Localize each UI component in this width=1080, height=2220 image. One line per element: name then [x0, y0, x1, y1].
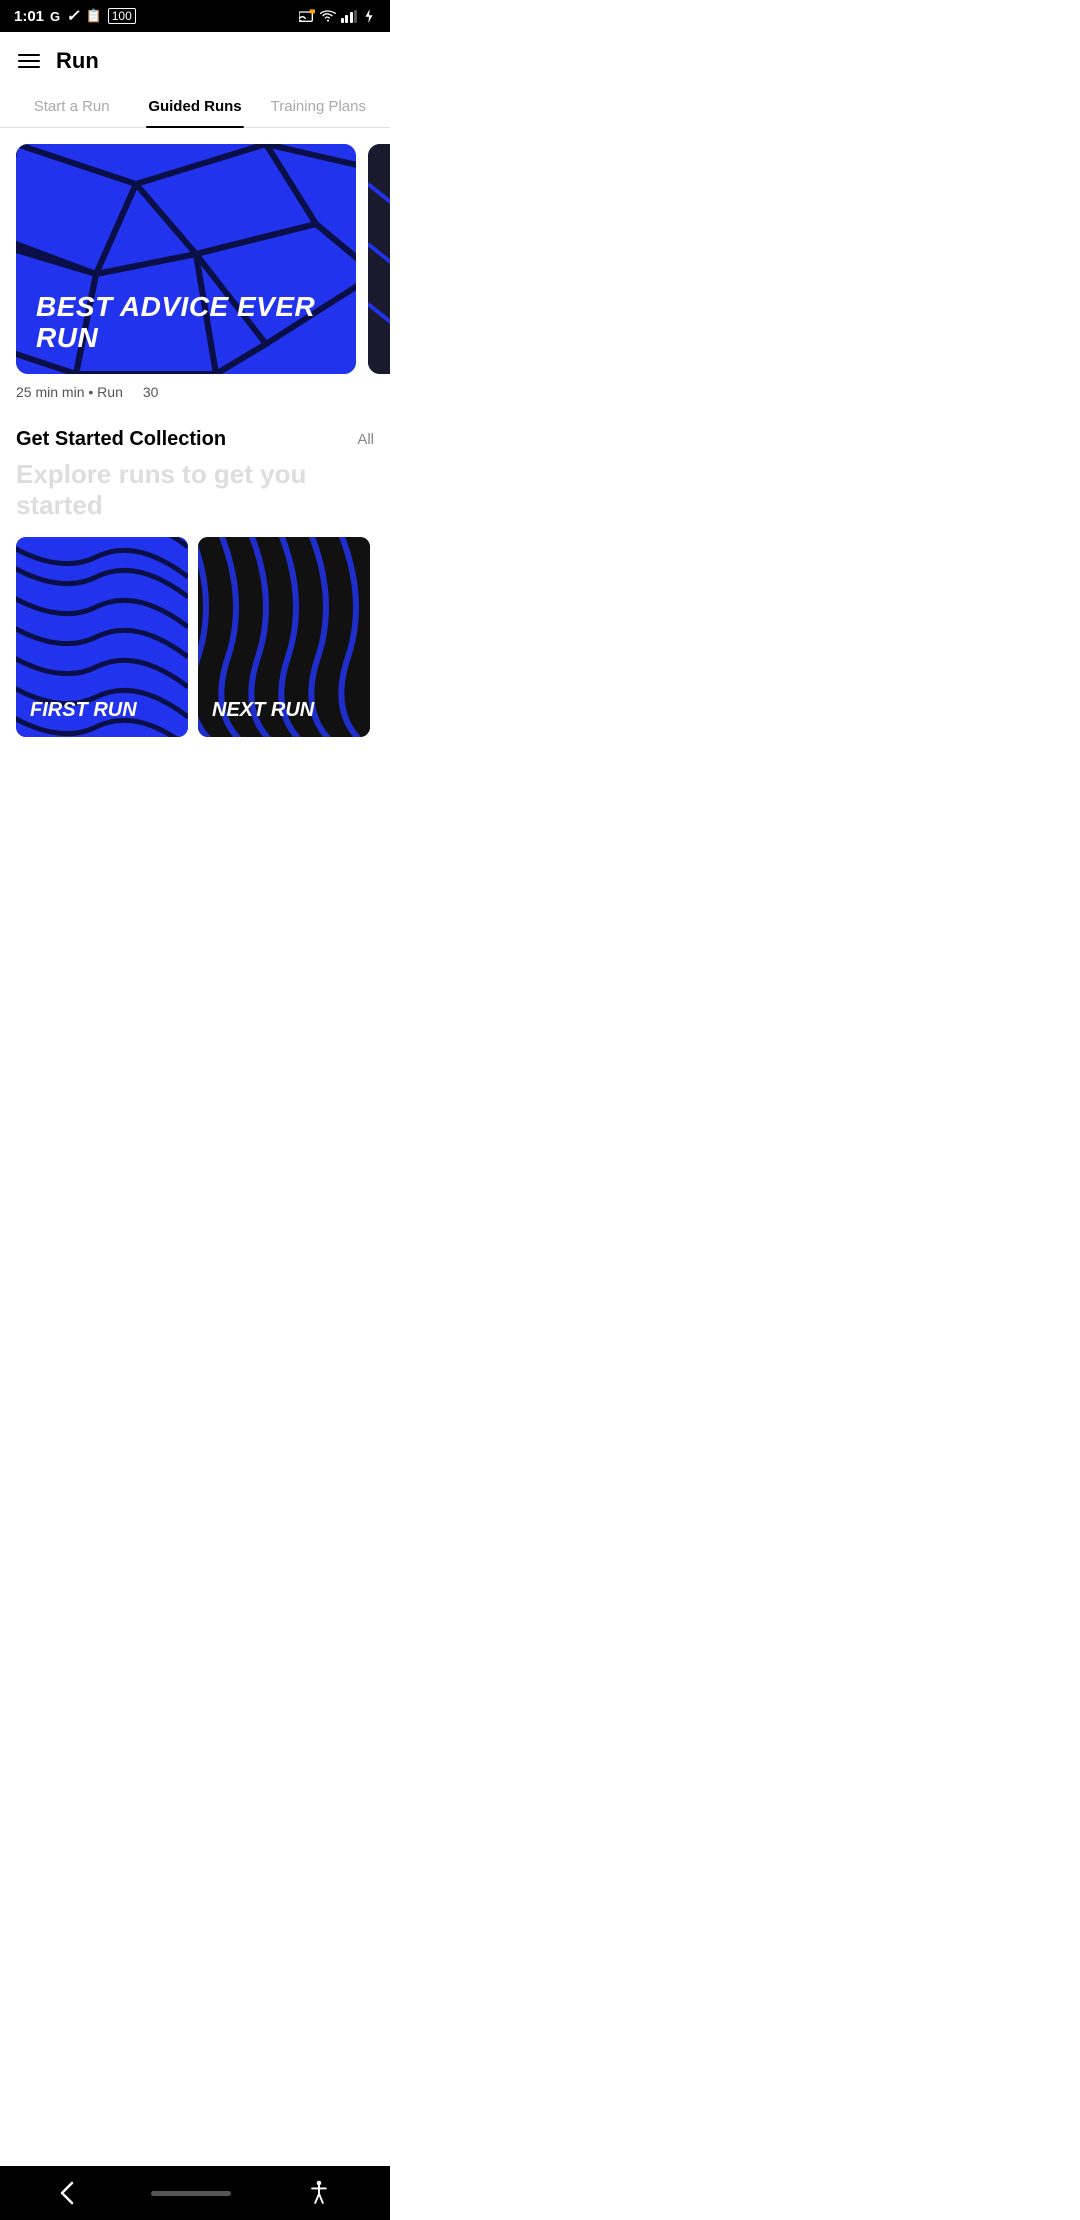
page-title: Run	[56, 48, 99, 74]
status-right-icons	[299, 9, 377, 23]
collection-subtitle: Explore runs to get you started	[16, 459, 374, 521]
next-run-title: NEXT RUN	[212, 699, 356, 721]
tab-start-a-run[interactable]: Start a Run	[10, 84, 133, 127]
bottom-nav	[0, 2166, 390, 2220]
first-run-background: FIRST RUN	[16, 537, 188, 737]
charging-icon	[362, 9, 376, 23]
collection-card-next-run[interactable]: NEXT RUN	[198, 537, 370, 737]
card-1-duration: 25 min min • Run	[16, 384, 123, 400]
status-time: 1:01	[14, 8, 44, 25]
collection-header: Get Started Collection All	[16, 428, 374, 451]
clipboard-icon: 📋	[86, 8, 102, 24]
battery-full-icon: 100	[108, 8, 136, 24]
featured-cards-scroll[interactable]: BEST ADVICE EVER RUN	[16, 144, 390, 374]
cast-icon	[299, 9, 315, 23]
first-run-title: FIRST RUN	[30, 699, 174, 721]
signal-icon	[341, 10, 358, 23]
featured-card-2[interactable]	[368, 144, 390, 374]
card-metadata: 25 min min • Run 30	[0, 374, 390, 400]
header: Run	[0, 32, 390, 84]
collection-title: Get Started Collection	[16, 428, 226, 451]
hamburger-menu-button[interactable]	[18, 54, 40, 68]
tab-bar: Start a Run Guided Runs Training Plans	[0, 84, 390, 128]
google-icon: G	[50, 9, 60, 24]
card-1-background: BEST ADVICE EVER RUN	[16, 144, 356, 374]
featured-section: BEST ADVICE EVER RUN	[0, 128, 390, 374]
collection-card-first-run[interactable]: FIRST RUN	[16, 537, 188, 737]
collection-cards-scroll[interactable]: FIRST RUN NEXT RUN	[16, 537, 374, 737]
tab-guided-runs[interactable]: Guided Runs	[133, 84, 256, 127]
back-button[interactable]	[58, 2179, 76, 2207]
status-left: 1:01 G ✓ 📋 100	[14, 6, 136, 26]
wifi-icon	[320, 10, 336, 22]
card-1-title: BEST ADVICE EVER RUN	[36, 292, 336, 354]
collection-section: Get Started Collection All Explore runs …	[0, 400, 390, 749]
featured-card-1[interactable]: BEST ADVICE EVER RUN	[16, 144, 356, 374]
tab-training-plans[interactable]: Training Plans	[257, 84, 380, 127]
card-2-duration: 30	[143, 384, 159, 400]
status-bar: 1:01 G ✓ 📋 100	[0, 0, 390, 32]
accessibility-icon	[306, 2180, 332, 2206]
collection-all-button[interactable]: All	[357, 431, 374, 448]
home-indicator[interactable]	[151, 2191, 231, 2196]
next-run-background: NEXT RUN	[198, 537, 370, 737]
nike-icon: ✓	[66, 6, 79, 26]
accessibility-button[interactable]	[306, 2180, 332, 2206]
